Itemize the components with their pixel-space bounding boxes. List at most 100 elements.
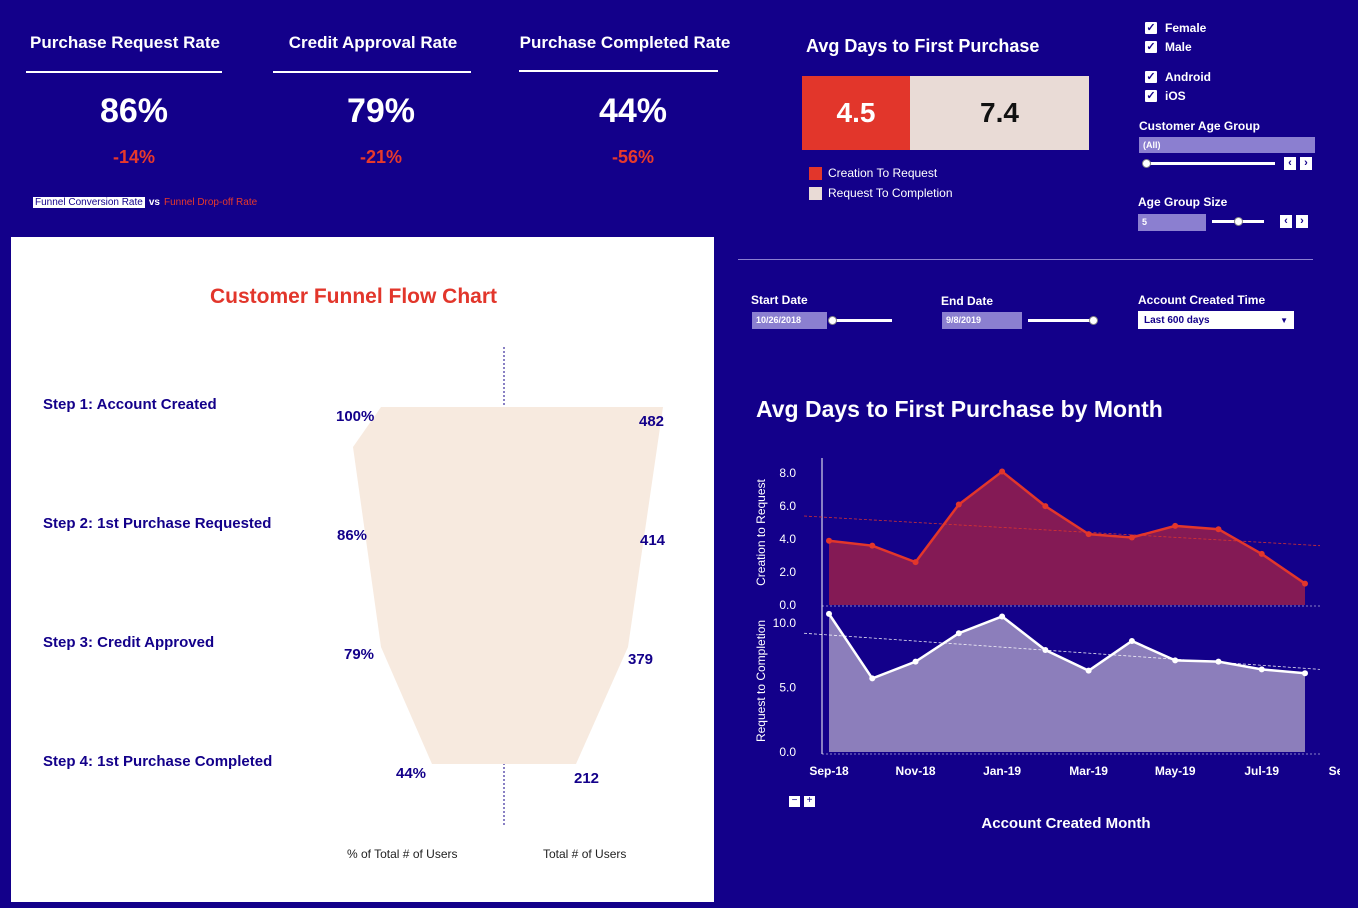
data-point bbox=[1302, 670, 1308, 677]
trend-chart: 8.0 6.0 4.0 2.0 0.0 Creation to Request 10.0 5.… bbox=[754, 458, 1340, 778]
data-point bbox=[1258, 666, 1265, 673]
kpi-title-credit-approval: Credit Approval Rate bbox=[288, 33, 458, 52]
section-divider bbox=[738, 259, 1313, 260]
avg-days-completion-bar[interactable]: 7.4 bbox=[910, 76, 1089, 150]
kpi-value-purchase-request: 86% bbox=[99, 92, 169, 130]
vs-label: vs bbox=[148, 197, 160, 208]
data-point bbox=[912, 559, 919, 566]
funnel-step-label: Step 4: 1st Purchase Completed bbox=[43, 753, 273, 770]
y-tick-label: 6.0 bbox=[779, 499, 796, 513]
age-size-next-button[interactable]: › bbox=[1296, 215, 1308, 228]
data-point bbox=[826, 537, 832, 544]
data-point bbox=[955, 501, 962, 508]
start-date-slider-knob[interactable] bbox=[828, 316, 837, 325]
data-point bbox=[1172, 522, 1179, 529]
funnel-step-pct: 86% bbox=[337, 527, 368, 544]
filter-android-label: Android bbox=[1165, 70, 1211, 84]
age-size-slider-knob[interactable] bbox=[1234, 217, 1243, 226]
age-size-input[interactable]: 5 bbox=[1138, 214, 1206, 231]
start-date-input[interactable]: 10/26/2018 bbox=[752, 312, 827, 329]
age-size-prev-button[interactable]: ‹ bbox=[1280, 215, 1292, 228]
kpi-divider bbox=[519, 70, 718, 72]
funnel-step-count: 379 bbox=[628, 651, 654, 668]
data-point bbox=[955, 630, 962, 637]
data-point bbox=[1128, 637, 1135, 644]
x-tick-label: May-19 bbox=[1155, 764, 1196, 778]
kpi-value-purchase-completed: 44% bbox=[598, 92, 668, 130]
end-date-input[interactable]: 9/8/2019 bbox=[942, 312, 1022, 329]
funnel-step-pct: 44% bbox=[396, 765, 427, 782]
age-group-slider[interactable] bbox=[1143, 162, 1275, 165]
y-tick-label: 8.0 bbox=[779, 466, 796, 480]
legend-completion: Request To Completion bbox=[809, 186, 953, 200]
x-tick-label: Nov-18 bbox=[896, 764, 936, 778]
funnel-step-count: 414 bbox=[640, 532, 666, 549]
check-icon: ✓ bbox=[1145, 41, 1157, 53]
funnel-shape bbox=[353, 347, 663, 825]
filter-android-checkbox[interactable]: ✓ Android bbox=[1145, 70, 1211, 84]
data-point bbox=[1302, 580, 1308, 587]
check-icon: ✓ bbox=[1145, 90, 1157, 102]
data-point bbox=[1085, 667, 1092, 674]
data-point bbox=[1042, 503, 1049, 510]
start-date-slider[interactable] bbox=[832, 319, 892, 322]
age-group-prev-button[interactable]: ‹ bbox=[1284, 157, 1296, 170]
account-time-select[interactable]: Last 600 days ▼ bbox=[1138, 311, 1294, 329]
check-icon: ✓ bbox=[1145, 22, 1157, 34]
filter-male-checkbox[interactable]: ✓ Male bbox=[1145, 40, 1192, 54]
x-tick-label: Mar-19 bbox=[1069, 764, 1108, 778]
kpi-divider bbox=[26, 71, 222, 73]
collapse-button[interactable]: − bbox=[789, 796, 800, 807]
funnel-footer-pct: % of Total # of Users bbox=[347, 847, 458, 861]
kpi-delta-credit-approval: -21% bbox=[359, 147, 403, 167]
data-point bbox=[1258, 550, 1265, 557]
funnel-step-label: Step 2: 1st Purchase Requested bbox=[43, 515, 272, 532]
x-tick-label: Jan-19 bbox=[983, 764, 1021, 778]
age-group-label: Customer Age Group bbox=[1139, 119, 1260, 133]
series-area bbox=[829, 613, 1305, 752]
data-point bbox=[1085, 531, 1092, 538]
y-tick-label: 4.0 bbox=[779, 532, 796, 546]
filter-female-checkbox[interactable]: ✓ Female bbox=[1145, 21, 1206, 35]
funnel-step-count: 482 bbox=[639, 413, 665, 430]
avg-days-creation-bar[interactable]: 4.5 bbox=[802, 76, 910, 150]
start-date-label: Start Date bbox=[751, 293, 808, 307]
legend-swatch-completion bbox=[809, 186, 822, 200]
x-tick-label: Jul-19 bbox=[1244, 764, 1279, 778]
filter-ios-checkbox[interactable]: ✓ iOS bbox=[1145, 89, 1186, 103]
filter-male-label: Male bbox=[1165, 40, 1192, 54]
kpi-value-credit-approval: 79% bbox=[346, 92, 416, 130]
age-group-input[interactable]: (All) bbox=[1139, 137, 1315, 153]
y-tick-label: 10.0 bbox=[773, 616, 797, 630]
data-point bbox=[826, 610, 832, 617]
data-point bbox=[999, 613, 1006, 620]
filter-ios-label: iOS bbox=[1165, 89, 1186, 103]
end-date-slider-knob[interactable] bbox=[1089, 316, 1098, 325]
avg-days-creation-value: 4.5 bbox=[836, 97, 876, 128]
expand-button[interactable]: + bbox=[804, 796, 815, 807]
age-group-slider-knob[interactable] bbox=[1142, 159, 1151, 168]
funnel-step-pct: 100% bbox=[336, 408, 375, 425]
funnel-card: Customer Funnel Flow Chart Step 1: Accou… bbox=[11, 237, 714, 902]
kpi-divider bbox=[273, 71, 471, 73]
age-group-next-button[interactable]: › bbox=[1300, 157, 1312, 170]
kpi-delta-purchase-completed: -56% bbox=[611, 147, 655, 167]
dropoff-rate-tag: Funnel Drop-off Rate bbox=[163, 197, 258, 208]
y-tick-label: 0.0 bbox=[779, 745, 796, 759]
account-time-label: Account Created Time bbox=[1138, 293, 1266, 307]
kpi-legend: Funnel Conversion Rate vs Funnel Drop-of… bbox=[33, 197, 257, 208]
legend-creation-label: Creation To Request bbox=[828, 166, 938, 180]
data-point bbox=[1215, 526, 1222, 533]
end-date-label: End Date bbox=[941, 294, 994, 308]
data-point bbox=[1172, 657, 1179, 664]
data-point bbox=[1128, 534, 1135, 541]
end-date-slider[interactable] bbox=[1028, 319, 1094, 322]
funnel-step-pct: 79% bbox=[344, 646, 375, 663]
avg-days-completion-value: 7.4 bbox=[980, 97, 1019, 128]
funnel-step-count: 212 bbox=[574, 770, 600, 787]
account-time-value: Last 600 days bbox=[1144, 314, 1210, 326]
data-point bbox=[1215, 658, 1222, 665]
conversion-rate-tag: Funnel Conversion Rate bbox=[33, 197, 145, 208]
chart-title: Avg Days to First Purchase by Month bbox=[756, 396, 1163, 422]
kpi-title-purchase-completed: Purchase Completed Rate bbox=[519, 33, 731, 52]
